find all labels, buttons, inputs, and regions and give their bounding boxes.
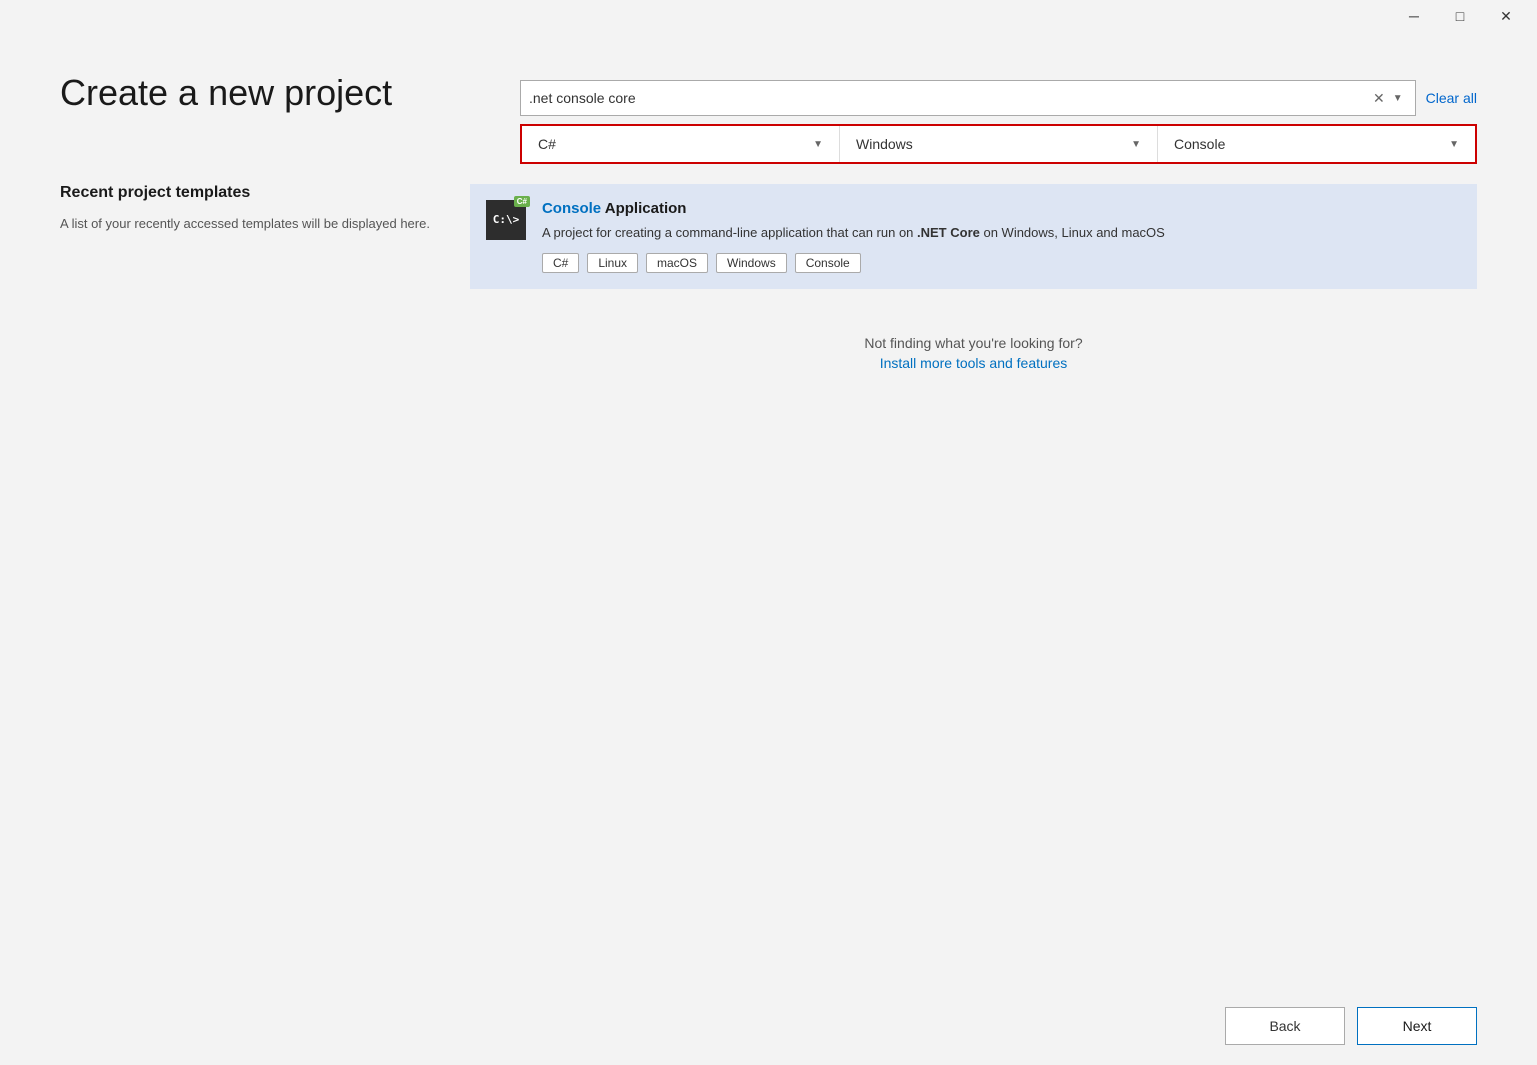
- template-name-suffix: Application: [601, 200, 686, 217]
- project-type-filter[interactable]: Console ▼: [1158, 126, 1475, 162]
- search-box: ✕ ▼: [520, 80, 1416, 116]
- tag-linux: Linux: [587, 253, 638, 273]
- clear-icon[interactable]: ✕: [1369, 90, 1389, 107]
- svg-text:C:\>: C:\>: [493, 213, 520, 226]
- template-info: Console Application A project for creati…: [542, 200, 1461, 273]
- clear-all-button[interactable]: Clear all: [1426, 90, 1477, 106]
- tag-console: Console: [795, 253, 861, 273]
- tag-macos: macOS: [646, 253, 708, 273]
- search-input[interactable]: [529, 90, 1369, 106]
- csharp-badge: C#: [514, 196, 530, 207]
- next-button[interactable]: Next: [1357, 1007, 1477, 1045]
- maximize-button[interactable]: □: [1437, 0, 1483, 32]
- not-finding: Not finding what you're looking for? Ins…: [470, 305, 1477, 401]
- template-desc: A project for creating a command-line ap…: [542, 223, 1461, 243]
- page-title: Create a new project: [60, 72, 480, 114]
- project-type-filter-arrow: ▼: [1449, 139, 1459, 150]
- search-area: ✕ ▼ Clear all C# ▼ Windows ▼ Console ▼: [520, 72, 1477, 164]
- sidebar-title: Recent project templates: [60, 184, 430, 202]
- sidebar-subtitle: A list of your recently accessed templat…: [60, 214, 430, 234]
- titlebar: ─ □ ✕: [0, 0, 1537, 32]
- sidebar: Recent project templates A list of your …: [60, 184, 430, 987]
- content-area: Recent project templates A list of your …: [0, 184, 1537, 987]
- template-name-highlight: Console: [542, 200, 601, 217]
- close-button[interactable]: ✕: [1483, 0, 1529, 32]
- minimize-button[interactable]: ─: [1391, 0, 1437, 32]
- tag-csharp: C#: [542, 253, 579, 273]
- templates-area: C:\> C# Console Application A project fo…: [470, 184, 1477, 987]
- platform-filter[interactable]: Windows ▼: [840, 126, 1158, 162]
- template-icon-inner: C:\>: [492, 204, 520, 236]
- search-dropdown-icon[interactable]: ▼: [1389, 93, 1407, 104]
- main-content: Create a new project ✕ ▼ Clear all C# ▼ …: [0, 32, 1537, 1065]
- language-filter[interactable]: C# ▼: [522, 126, 840, 162]
- template-desc-bold: .NET Core: [917, 225, 980, 240]
- install-tools-link[interactable]: Install more tools and features: [470, 355, 1477, 371]
- template-name: Console Application: [542, 200, 1461, 217]
- search-row: ✕ ▼ Clear all: [520, 80, 1477, 116]
- language-filter-value: C#: [538, 136, 556, 152]
- back-button[interactable]: Back: [1225, 1007, 1345, 1045]
- page-header: Create a new project ✕ ▼ Clear all C# ▼ …: [0, 32, 1537, 184]
- tag-windows: Windows: [716, 253, 787, 273]
- filter-row: C# ▼ Windows ▼ Console ▼: [520, 124, 1477, 164]
- template-tags: C# Linux macOS Windows Console: [542, 253, 1461, 273]
- project-type-filter-value: Console: [1174, 136, 1225, 152]
- platform-filter-value: Windows: [856, 136, 913, 152]
- template-icon: C:\> C#: [486, 200, 526, 240]
- footer: Back Next: [0, 987, 1537, 1065]
- not-finding-text: Not finding what you're looking for?: [470, 335, 1477, 351]
- language-filter-arrow: ▼: [813, 139, 823, 150]
- template-card[interactable]: C:\> C# Console Application A project fo…: [470, 184, 1477, 289]
- platform-filter-arrow: ▼: [1131, 139, 1141, 150]
